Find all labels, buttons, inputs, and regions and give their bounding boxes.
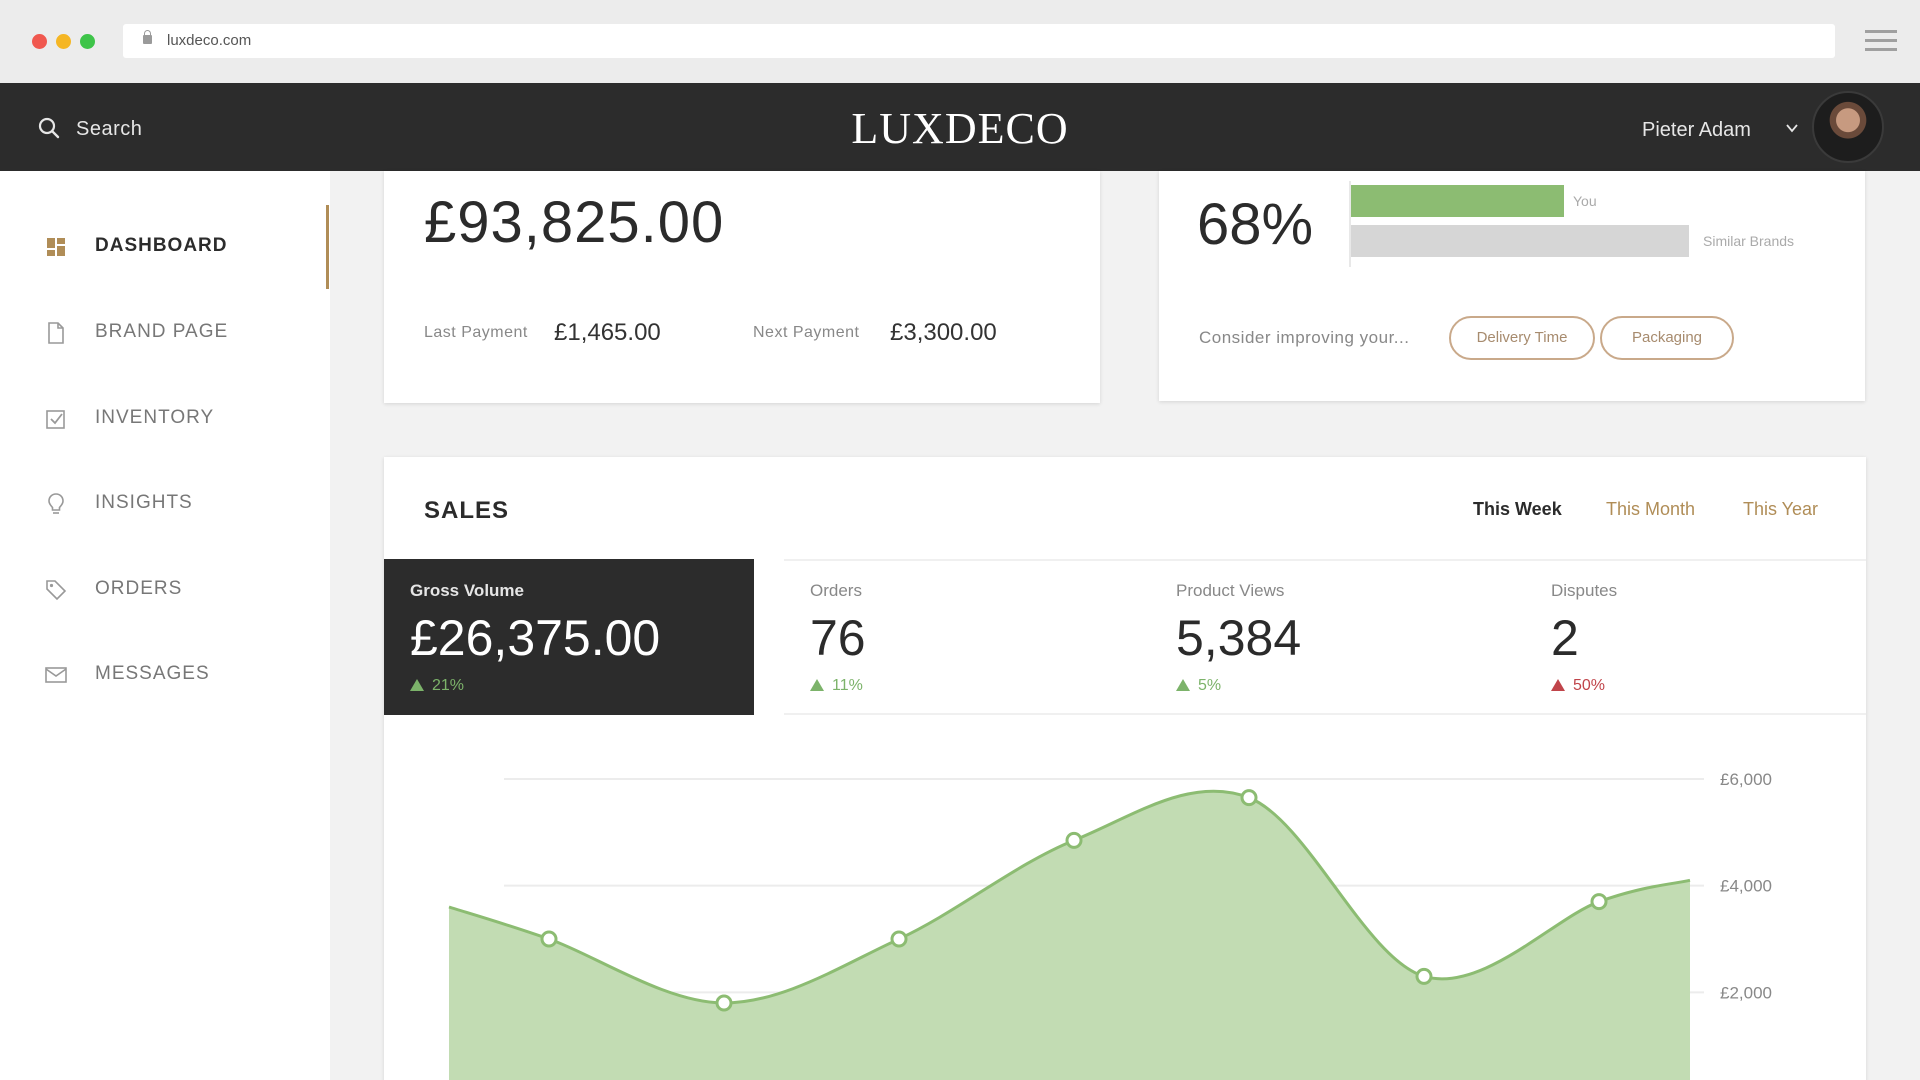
last-payment-label: Last Payment (424, 324, 528, 341)
data-point[interactable] (1240, 789, 1258, 807)
next-payment-value: £3,300.00 (890, 319, 997, 346)
metric-label: Product Views (1176, 581, 1285, 600)
metric-value: £26,375.00 (410, 610, 661, 666)
sidebar-item-label: DASHBOARD (95, 235, 228, 256)
active-indicator (326, 205, 329, 289)
sidebar-item-messages[interactable]: MESSAGES (44, 659, 314, 689)
period-this-month[interactable]: This Month (1606, 499, 1695, 520)
search-input[interactable]: Search (76, 118, 142, 141)
consider-text: Consider improving your... (1199, 328, 1410, 347)
data-point[interactable] (1415, 967, 1433, 985)
sales-chart[interactable]: £6,000£4,000£2,000£0 (384, 757, 1866, 1080)
metric-value: 5,384 (1176, 610, 1302, 666)
sidebar-item-dashboard[interactable]: DASHBOARD (44, 231, 314, 261)
metric-orders[interactable]: Orders 76 11% (784, 559, 1119, 715)
metric-value: 76 (810, 610, 866, 666)
metric-change: 5% (1198, 677, 1222, 694)
metric-label: Gross Volume (410, 581, 524, 600)
metric-gross-volume[interactable]: Gross Volume £26,375.00 21% (384, 559, 754, 728)
browser-chrome: luxdeco.com (0, 0, 1920, 83)
maximize-window-button[interactable] (80, 34, 95, 49)
arrow-up-icon (810, 679, 824, 691)
y-tick-label: £6,000 (1720, 770, 1772, 789)
sidebar-item-inventory[interactable]: INVENTORY (44, 403, 314, 433)
arrow-up-icon (1176, 679, 1190, 691)
metric-disputes[interactable]: Disputes 2 50% (1525, 559, 1866, 715)
data-point[interactable] (540, 930, 558, 948)
balance-amount: £93,825.00 (424, 190, 725, 255)
metric-label: Disputes (1551, 581, 1618, 600)
envelope-icon (45, 667, 67, 683)
metric-change: 11% (832, 677, 863, 694)
sidebar-item-label: ORDERS (95, 578, 183, 599)
sidebar-item-label: INVENTORY (95, 407, 215, 428)
arrow-down-icon (1551, 679, 1565, 691)
sidebar-item-orders[interactable]: ORDERS (44, 574, 314, 604)
sidebar-item-brand-page[interactable]: BRAND PAGE (44, 317, 314, 347)
data-point[interactable] (1590, 893, 1608, 911)
metric-change: 21% (432, 677, 465, 694)
lock-icon (143, 30, 152, 44)
next-payment-label: Next Payment (753, 324, 860, 341)
y-tick-label: £4,000 (1720, 877, 1772, 896)
selected-pointer (554, 715, 580, 728)
minimize-window-button[interactable] (56, 34, 71, 49)
metric-value: 2 (1551, 610, 1579, 666)
metric-product-views[interactable]: Product Views 5,384 5% (1150, 559, 1490, 715)
sidebar-item-label: MESSAGES (95, 663, 210, 684)
period-this-year[interactable]: This Year (1743, 499, 1818, 520)
avatar[interactable] (1812, 91, 1884, 163)
similar-brands-bar (1351, 225, 1689, 257)
page-icon (48, 322, 64, 344)
score-percent: 68% (1197, 192, 1314, 257)
browser-menu-icon[interactable] (1865, 28, 1897, 54)
balance-card: £93,825.00 Last Payment £1,465.00 Next P… (384, 171, 1100, 403)
lightbulb-icon (48, 493, 64, 514)
you-bar (1351, 185, 1564, 217)
sidebar-item-insights[interactable]: INSIGHTS (44, 488, 314, 518)
dashboard-icon (47, 238, 65, 256)
sales-title: SALES (424, 497, 510, 524)
sidebar-item-label: BRAND PAGE (95, 321, 229, 342)
brand-logo[interactable]: LUXDECO (800, 103, 1120, 154)
sales-card: SALES This Week This Month This Year Gro… (384, 457, 1866, 1080)
data-point[interactable] (1065, 831, 1083, 849)
metric-label: Orders (810, 581, 862, 600)
brand-score-card: 68% You Similar Brands Consider improvin… (1159, 171, 1865, 401)
chevron-down-icon[interactable] (1785, 121, 1799, 135)
similar-brands-label: Similar Brands (1703, 233, 1795, 249)
arrow-up-icon (410, 679, 424, 691)
sidebar: DASHBOARD BRAND PAGE INVENTORY INSIGHTS … (0, 171, 330, 1080)
checkbox-icon (46, 410, 65, 429)
you-label: You (1573, 193, 1597, 209)
data-point[interactable] (715, 994, 733, 1012)
user-name[interactable]: Pieter Adam (1642, 119, 1751, 142)
packaging-pill[interactable]: Packaging (1600, 316, 1734, 360)
url-text: luxdeco.com (167, 32, 252, 49)
data-point[interactable] (890, 930, 908, 948)
delivery-time-pill[interactable]: Delivery Time (1449, 316, 1595, 360)
sidebar-item-label: INSIGHTS (95, 492, 193, 513)
address-bar[interactable]: luxdeco.com (123, 24, 1835, 58)
top-bar: Search LUXDECO Pieter Adam (0, 83, 1920, 171)
tag-icon (46, 580, 67, 601)
metric-change: 50% (1573, 677, 1606, 694)
period-this-week[interactable]: This Week (1473, 499, 1562, 520)
close-window-button[interactable] (32, 34, 47, 49)
y-tick-label: £2,000 (1720, 983, 1772, 1002)
last-payment-value: £1,465.00 (554, 319, 661, 346)
search-icon[interactable] (38, 117, 60, 139)
